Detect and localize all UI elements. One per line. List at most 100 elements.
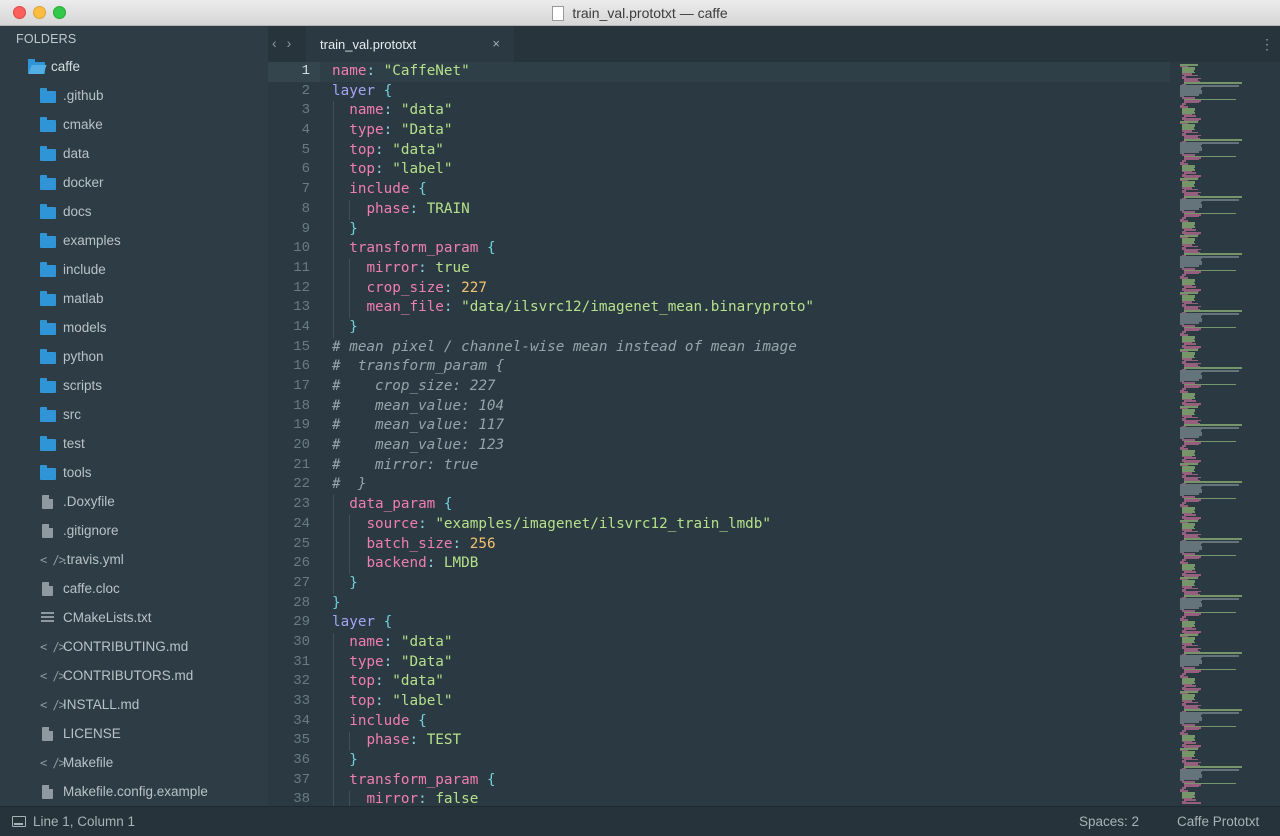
code-line[interactable]: # crop_size: 227 xyxy=(332,377,814,397)
file-icon xyxy=(42,581,53,596)
code-line[interactable]: # mean_value: 117 xyxy=(332,416,814,436)
code-line[interactable]: # } xyxy=(332,475,814,495)
code-line[interactable]: name: "CaffeNet" xyxy=(332,62,814,82)
code-line[interactable]: top: "label" xyxy=(332,160,814,180)
code-line[interactable]: } xyxy=(332,220,814,240)
forward-arrow-icon[interactable]: › xyxy=(287,35,292,51)
tree-folder[interactable]: scripts xyxy=(0,371,268,400)
line-number: 18 xyxy=(293,397,310,414)
tree-folder[interactable]: matlab xyxy=(0,284,268,313)
code-line[interactable]: layer { xyxy=(332,613,814,633)
close-tab-icon[interactable]: × xyxy=(492,36,500,51)
line-number: 23 xyxy=(293,496,310,513)
code-line[interactable]: top: "data" xyxy=(332,141,814,161)
indentation-setting[interactable]: Spaces: 2 xyxy=(1079,814,1139,829)
sidebar: FOLDERS caffe .github cmake data docker docs… xyxy=(0,26,268,806)
code-icon: < /> xyxy=(40,639,66,654)
tree-file[interactable]: < /> CONTRIBUTORS.md xyxy=(0,661,268,690)
code-line[interactable]: top: "data" xyxy=(332,672,814,692)
code-line[interactable]: transform_param { xyxy=(332,239,814,259)
code-line[interactable]: } xyxy=(332,751,814,771)
code-line[interactable]: backend: LMDB xyxy=(332,554,814,574)
syntax-selector[interactable]: Caffe Prototxt xyxy=(1177,814,1259,829)
code-line[interactable]: name: "data" xyxy=(332,633,814,653)
tree-folder[interactable]: docker xyxy=(0,168,268,197)
code-line[interactable]: phase: TEST xyxy=(332,731,814,751)
tree-file[interactable]: caffe.cloc xyxy=(0,574,268,603)
minimap-line xyxy=(1184,329,1199,331)
code-line[interactable]: mirror: true xyxy=(332,259,814,279)
tree-file[interactable]: < /> INSTALL.md xyxy=(0,690,268,719)
code-line[interactable]: top: "label" xyxy=(332,692,814,712)
code-line[interactable]: crop_size: 227 xyxy=(332,279,814,299)
tree-folder[interactable]: cmake xyxy=(0,110,268,139)
tree-item-label: INSTALL.md xyxy=(63,697,140,712)
panel-toggle-icon[interactable] xyxy=(12,816,26,827)
code-line[interactable]: source: "examples/imagenet/ilsvrc12_trai… xyxy=(332,515,814,535)
minimap-line xyxy=(1184,766,1242,768)
tree-file[interactable]: < /> CONTRIBUTING.md xyxy=(0,632,268,661)
code-line[interactable]: # mean_value: 123 xyxy=(332,436,814,456)
minimap-line xyxy=(1184,272,1199,274)
tree-folder[interactable]: models xyxy=(0,313,268,342)
tree-file[interactable]: .gitignore xyxy=(0,516,268,545)
code-line[interactable]: } xyxy=(332,318,814,338)
minimap-line xyxy=(1184,587,1198,589)
tree-folder[interactable]: data xyxy=(0,139,268,168)
tree-file[interactable]: < /> Makefile xyxy=(0,748,268,777)
tree-folder[interactable]: docs xyxy=(0,197,268,226)
tree-folder[interactable]: test xyxy=(0,429,268,458)
code-line[interactable]: data_param { xyxy=(332,495,814,515)
tree-root-folder[interactable]: caffe xyxy=(0,52,268,81)
code-line[interactable]: mean_file: "data/ilsvrc12/imagenet_mean.… xyxy=(332,298,814,318)
tree-item-label: .github xyxy=(63,88,104,103)
code-line[interactable]: name: "data" xyxy=(332,101,814,121)
back-arrow-icon[interactable]: ‹ xyxy=(272,35,277,51)
tab-menu-icon[interactable]: ⋮ xyxy=(1260,36,1274,53)
minimap-line xyxy=(1184,245,1198,247)
code-line[interactable]: include { xyxy=(332,180,814,200)
code-line[interactable]: # mirror: true xyxy=(332,456,814,476)
line-number: 11 xyxy=(293,259,310,276)
tree-file[interactable]: CMakeLists.txt xyxy=(0,603,268,632)
code-line[interactable]: # transform_param { xyxy=(332,357,814,377)
line-number-gutter: 1 2 3 4 5 6 7 8 9 10 11 12 13 14 15 16 17 18 19 20 21 22 23 24 2… xyxy=(268,62,310,806)
code-line[interactable]: # mean pixel / channel-wise mean instead… xyxy=(332,338,814,358)
tree-folder[interactable]: tools xyxy=(0,458,268,487)
tree-folder[interactable]: examples xyxy=(0,226,268,255)
code-line[interactable]: } xyxy=(332,574,814,594)
tree-file[interactable]: LICENSE xyxy=(0,719,268,748)
tree-file[interactable]: Makefile.config.example xyxy=(0,777,268,806)
code-line[interactable]: type: "Data" xyxy=(332,653,814,673)
tree-item-label: .Doxyfile xyxy=(63,494,115,509)
code-line[interactable]: } xyxy=(332,594,814,614)
code-editor[interactable]: 1 2 3 4 5 6 7 8 9 10 11 12 13 14 15 16 17 18 19 20 21 22 23 24 2… xyxy=(268,62,1280,806)
tab-train-val-prototxt[interactable]: train_val.prototxt × xyxy=(306,26,514,62)
code-line[interactable]: layer { xyxy=(332,82,814,102)
minimap-line xyxy=(1184,785,1199,787)
line-number: 24 xyxy=(293,515,310,532)
tree-file[interactable]: < /> .travis.yml xyxy=(0,545,268,574)
minimap-line xyxy=(1184,424,1242,426)
code-line[interactable]: # mean_value: 104 xyxy=(332,397,814,417)
code-line[interactable]: include { xyxy=(332,712,814,732)
minimap[interactable] xyxy=(1180,62,1276,806)
code-line[interactable]: mirror: false xyxy=(332,790,814,806)
minimap-line xyxy=(1184,400,1197,402)
minimap-line xyxy=(1184,74,1198,76)
line-number: 38 xyxy=(293,791,310,806)
code-line[interactable]: type: "Data" xyxy=(332,121,814,141)
code-line[interactable]: batch_size: 256 xyxy=(332,535,814,555)
tree-file[interactable]: .Doxyfile xyxy=(0,487,268,516)
tree-item-label: scripts xyxy=(63,378,103,393)
tree-folder[interactable]: include xyxy=(0,255,268,284)
code-line[interactable]: transform_param { xyxy=(332,771,814,791)
code-line[interactable]: phase: TRAIN xyxy=(332,200,814,220)
minimap-line xyxy=(1184,530,1198,532)
tree-item-label: caffe xyxy=(51,59,81,74)
tree-folder[interactable]: src xyxy=(0,400,268,429)
code-content[interactable]: name: "CaffeNet" layer { name: "data" typ… xyxy=(332,62,814,806)
tree-folder[interactable]: .github xyxy=(0,81,268,110)
line-number: 14 xyxy=(293,318,310,335)
tree-folder[interactable]: python xyxy=(0,342,268,371)
